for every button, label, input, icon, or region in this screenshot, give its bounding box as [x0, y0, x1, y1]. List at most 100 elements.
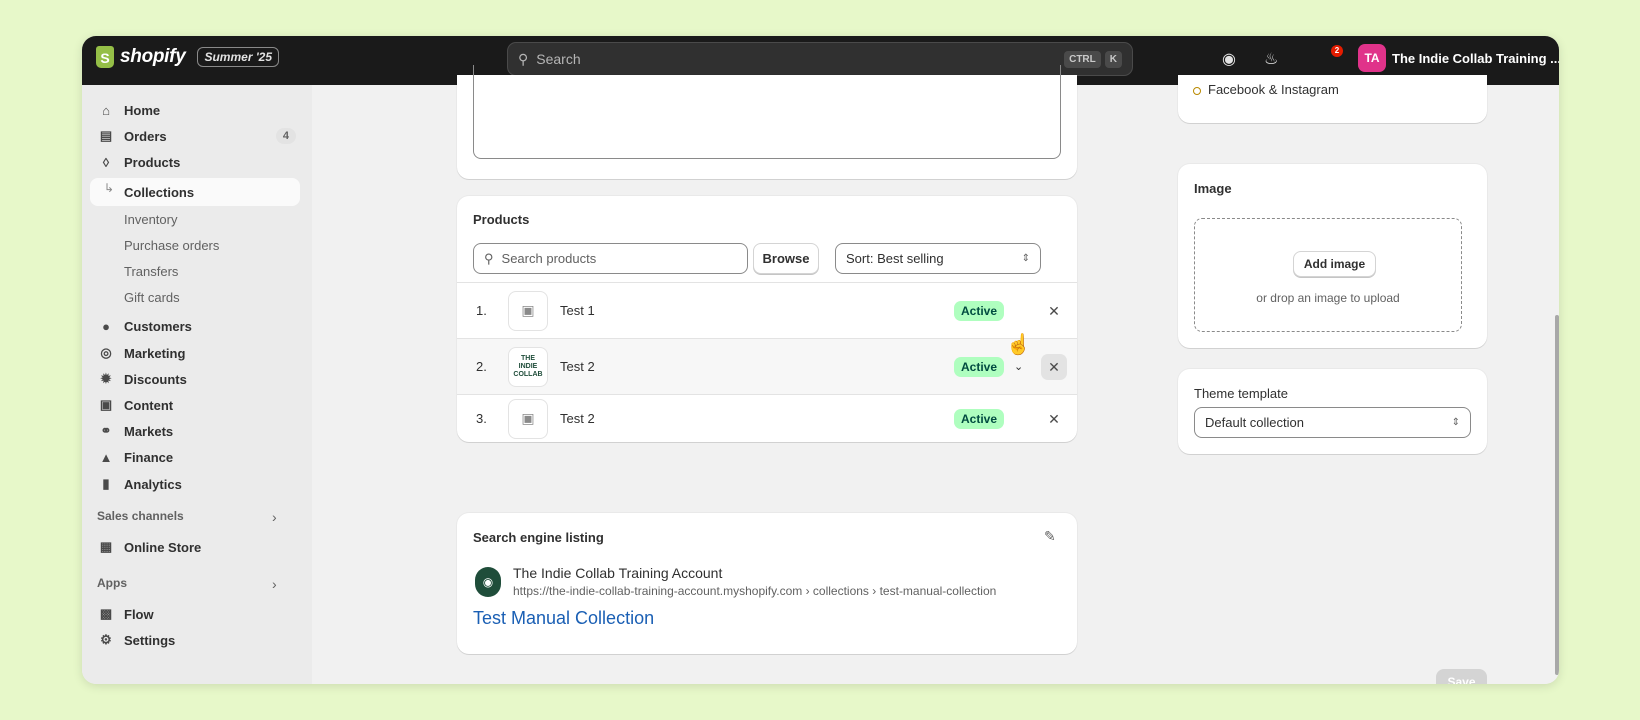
chevron-right-icon[interactable]: ›: [272, 576, 277, 592]
nav-label: Marketing: [124, 345, 186, 361]
nav-transfers[interactable]: Transfers: [124, 264, 178, 279]
product-name[interactable]: Test 2: [560, 359, 595, 374]
nav-label: Orders: [124, 128, 167, 144]
nav-label: Analytics: [124, 476, 182, 492]
target-icon: ◎: [100, 345, 112, 360]
status-badge[interactable]: Active: [954, 356, 1005, 377]
edition-badge[interactable]: Summer '25: [197, 47, 280, 67]
seo-url: https://the-indie-collab-training-accoun…: [513, 584, 997, 598]
bank-icon: ▲: [99, 449, 113, 465]
theme-template-card: Theme template Default collection ⇕: [1178, 369, 1487, 454]
nav-markets[interactable]: ⚭ Markets: [90, 418, 300, 444]
nav-orders[interactable]: ▤ Orders 4: [90, 123, 300, 149]
person-icon: ●: [102, 318, 110, 334]
search-icon: ⚲: [484, 250, 494, 266]
assistant-icon[interactable]: ◉: [1222, 49, 1236, 69]
sort-select[interactable]: Sort: Best selling ⇕: [835, 243, 1041, 274]
theme-template-value: Default collection: [1205, 415, 1304, 430]
store-menu[interactable]: TA The Indie Collab Training ...: [1358, 44, 1559, 72]
channel-status-dot: [1193, 87, 1201, 95]
nav-discounts[interactable]: ✹ Discounts: [90, 366, 300, 392]
sales-channels-label: Sales channels: [97, 509, 184, 523]
seo-card: Search engine listing ✎ ◉ The Indie Coll…: [457, 513, 1077, 654]
theme-template-select[interactable]: Default collection ⇕: [1194, 407, 1471, 438]
chevron-down-icon[interactable]: ⌄: [1014, 360, 1023, 373]
description-editor[interactable]: [473, 65, 1061, 159]
drop-hint: or drop an image to upload: [1256, 291, 1400, 305]
home-icon: ⌂: [102, 102, 110, 118]
sort-value: Sort: Best selling: [846, 251, 944, 266]
table-row[interactable]: 2. THE INDIE COLLAB Test 2 Active ⌄ ✕: [457, 338, 1077, 394]
products-title: Products: [473, 212, 530, 227]
product-name[interactable]: Test 2: [560, 411, 595, 426]
nav-collections[interactable]: Collections: [124, 185, 194, 200]
row-number: 1.: [476, 303, 487, 318]
product-thumbnail: THE INDIE COLLAB: [508, 346, 548, 387]
nav-collections-highlight: [90, 178, 300, 206]
nav-label: Markets: [124, 423, 174, 439]
image-placeholder-icon: ▣: [508, 290, 548, 331]
nav-purchase-orders[interactable]: Purchase orders: [124, 238, 219, 253]
nav-inventory[interactable]: Inventory: [124, 212, 177, 227]
edit-pencil-icon[interactable]: ✎: [1044, 528, 1056, 545]
discount-icon: ✹: [100, 371, 112, 386]
nav-label: Online Store: [124, 539, 202, 555]
description-card: [457, 65, 1077, 179]
table-row[interactable]: 3. ▣ Test 2 Active ✕: [457, 394, 1077, 442]
table-row[interactable]: 1. ▣ Test 1 Active ✕: [457, 282, 1077, 338]
save-button[interactable]: Save: [1436, 669, 1487, 684]
scrollbar[interactable]: [1555, 315, 1559, 675]
sales-channels-card: Facebook & Instagram: [1178, 75, 1487, 123]
orders-count-badge: 4: [275, 128, 296, 144]
nav-label: Discounts: [124, 371, 187, 387]
close-icon[interactable]: ✕: [1041, 353, 1067, 380]
kbd-k: K: [1104, 50, 1122, 68]
inbox-icon: ▤: [99, 128, 113, 143]
thumbnail-logo-text: THE INDIE COLLAB: [513, 354, 543, 378]
seo-title: Search engine listing: [473, 530, 604, 545]
browse-button[interactable]: Browse: [753, 243, 819, 274]
row-number: 2.: [476, 359, 487, 374]
nav-analytics[interactable]: ▮ Analytics: [90, 471, 300, 497]
nav-label: Content: [124, 397, 174, 413]
close-icon[interactable]: ✕: [1041, 298, 1067, 324]
nav-gift-cards[interactable]: Gift cards: [124, 290, 180, 305]
status-badge: Active: [954, 408, 1005, 429]
nav-label: Flow: [124, 606, 154, 622]
close-icon[interactable]: ✕: [1041, 406, 1067, 432]
shopify-logo[interactable]: S shopify Summer '25: [96, 46, 280, 68]
product-name[interactable]: Test 1: [560, 303, 595, 318]
nav-online-store[interactable]: ▦ Online Store: [90, 534, 300, 560]
nav-label: Home: [124, 102, 161, 118]
status-badge: Active: [954, 300, 1005, 321]
app-window: S shopify Summer '25 ⚲ Search CTRL K ◉ ♨…: [82, 36, 1559, 684]
nav-customers[interactable]: ● Customers: [90, 313, 300, 339]
nav-content[interactable]: ▣ Content: [90, 392, 300, 418]
nav-products[interactable]: ◊ Products: [90, 149, 300, 175]
nav-label: Customers: [124, 318, 192, 334]
seo-store-name: The Indie Collab Training Account: [513, 565, 723, 581]
search-products-input[interactable]: ⚲ Search products: [473, 243, 748, 274]
image-title: Image: [1194, 181, 1232, 196]
nav-finance[interactable]: ▲ Finance: [90, 444, 300, 470]
nav-settings[interactable]: ⚙ Settings: [90, 627, 300, 653]
nav-label: Finance: [124, 449, 174, 465]
store-icon: ▦: [99, 539, 113, 554]
channel-name: Facebook & Instagram: [1208, 82, 1339, 97]
chevron-right-icon[interactable]: ›: [272, 509, 277, 525]
row-number: 3.: [476, 411, 487, 426]
store-logo: ◉: [475, 567, 501, 597]
nav-marketing[interactable]: ◎ Marketing: [90, 340, 300, 366]
nav-home[interactable]: ⌂ Home: [90, 97, 300, 123]
globe-icon: ⚭: [100, 423, 112, 438]
notification-badge: 2: [1331, 45, 1343, 57]
search-products-placeholder: Search products: [501, 251, 597, 266]
nav-flow[interactable]: ▩ Flow: [90, 601, 300, 627]
gear-icon: ⚙: [100, 632, 112, 647]
add-image-button[interactable]: Add image: [1293, 251, 1376, 277]
tag-icon: ◊: [102, 154, 110, 170]
theme-template-label: Theme template: [1194, 386, 1288, 401]
hand-cursor-icon: ☝: [1006, 334, 1031, 356]
image-dropzone[interactable]: Add image or drop an image to upload: [1194, 218, 1462, 332]
bell-icon[interactable]: ♨: [1264, 49, 1278, 69]
